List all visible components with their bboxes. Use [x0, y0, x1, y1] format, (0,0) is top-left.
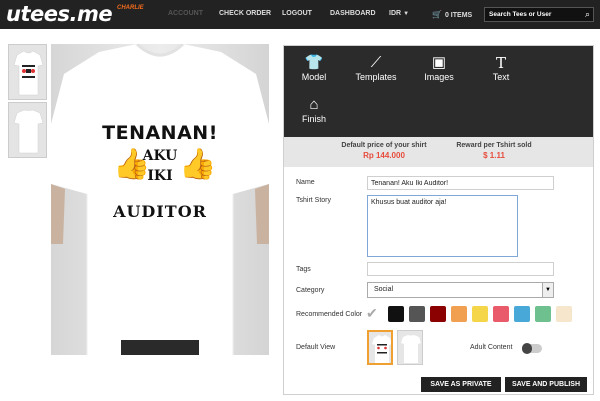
color-swatch[interactable]	[388, 306, 404, 322]
color-swatch[interactable]	[430, 306, 446, 322]
category-select[interactable]: Social ▼	[367, 282, 554, 298]
currency-label: IDR	[389, 10, 402, 17]
chevron-down-icon: ▼	[403, 11, 410, 17]
save-as-private-button[interactable]: SAVE AS PRIVATE	[421, 377, 501, 392]
tshirt-front-thumb-icon	[9, 45, 46, 99]
default-view-label: Default View	[296, 344, 336, 351]
tshirt-back-thumb-icon	[9, 103, 46, 157]
front-view-thumbnail[interactable]	[8, 44, 47, 100]
editor-panel: 👕 Model ⟋ Templates ▣ Images T Text ⌂ Fi…	[283, 45, 594, 395]
image-icon: ▣	[431, 54, 447, 71]
hanger-icon: ⌂	[309, 96, 319, 113]
design-toolbar: 👕 Model ⟋ Templates ▣ Images T Text ⌂ Fi…	[284, 46, 593, 137]
search-box: ⌕	[484, 7, 594, 22]
color-swatch[interactable]	[409, 306, 425, 322]
search-icon[interactable]: ⌕	[585, 9, 590, 20]
story-textarea[interactable]: Khusus buat auditor aja!	[367, 195, 518, 257]
tshirt-front-mini-icon	[369, 332, 391, 363]
tool-text[interactable]: T Text	[476, 54, 526, 82]
cart-link[interactable]: 🛒 0 ITEMS	[432, 10, 472, 19]
nav-account-link[interactable]: ACCOUNT	[168, 10, 203, 17]
chevron-down-icon: ▼	[542, 283, 553, 297]
color-swatch[interactable]	[514, 306, 530, 322]
reward-block: Reward per Tshirt sold $ 1.11	[444, 142, 544, 160]
white-swatch-check-icon[interactable]: ✔	[366, 305, 378, 322]
default-price-label: Default price of your shirt	[341, 142, 427, 149]
tool-templates[interactable]: ⟋ Templates	[351, 54, 401, 82]
nav-logout-link[interactable]: LOGOUT	[282, 10, 312, 17]
currency-dropdown[interactable]: IDR ▼	[389, 10, 409, 17]
tool-images-label: Images	[424, 72, 454, 82]
story-label: Tshirt Story	[296, 197, 332, 204]
toggle-knob	[522, 343, 532, 354]
text-icon: T	[495, 54, 506, 72]
cart-count: 0 ITEMS	[444, 12, 473, 19]
design-text-iki[interactable]: IKI	[51, 168, 269, 184]
tool-model[interactable]: 👕 Model	[289, 54, 339, 82]
name-input[interactable]	[367, 176, 554, 190]
shirt-preview: TENANAN! 👍 👍 AKU IKI AUDITOR	[51, 44, 269, 355]
tool-text-label: Text	[492, 72, 510, 82]
magic-wand-icon: ⟋	[370, 54, 382, 71]
reward-label: Reward per Tshirt sold	[456, 142, 532, 149]
tshirt-model-image	[51, 44, 269, 355]
search-input[interactable]	[485, 11, 575, 18]
recommended-color-label: Recommended Color	[296, 311, 363, 318]
default-view-front-option[interactable]	[367, 330, 393, 365]
color-swatch[interactable]	[451, 306, 467, 322]
tool-finish[interactable]: ⌂ Finish	[289, 96, 339, 124]
tags-input[interactable]	[367, 262, 554, 276]
back-view-thumbnail[interactable]	[8, 102, 47, 158]
save-and-publish-button[interactable]: SAVE AND PUBLISH	[505, 377, 587, 392]
color-swatch[interactable]	[556, 306, 572, 322]
price-bar: Default price of your shirt Rp 144.000 R…	[284, 137, 593, 167]
tool-finish-label: Finish	[301, 114, 326, 124]
tool-templates-label: Templates	[355, 72, 397, 82]
design-text-tenanan[interactable]: TENANAN!	[51, 122, 269, 144]
color-swatch[interactable]	[535, 306, 551, 322]
color-swatch[interactable]	[493, 306, 509, 322]
tshirt-icon: 👕	[304, 54, 324, 71]
reward-value: $ 1.11	[483, 151, 505, 160]
default-view-back-option[interactable]	[397, 330, 423, 365]
default-price-value: Rp 144.000	[363, 151, 405, 160]
color-swatch[interactable]	[472, 306, 488, 322]
tool-images[interactable]: ▣ Images	[414, 54, 464, 82]
default-price-block: Default price of your shirt Rp 144.000	[334, 142, 434, 160]
tshirt-back-mini-icon	[398, 331, 422, 364]
tool-model-label: Model	[301, 72, 327, 82]
adult-content-toggle[interactable]	[522, 343, 542, 354]
cart-icon: 🛒	[432, 10, 442, 19]
top-navbar: utees.me CHARLIE ACCOUNT CHECK ORDER LOG…	[0, 0, 600, 29]
nav-check-order-link[interactable]: CHECK ORDER	[219, 10, 271, 17]
tags-label: Tags	[296, 266, 311, 273]
design-text-aku[interactable]: AKU	[51, 148, 269, 164]
adult-content-label: Adult Content	[470, 344, 513, 351]
design-text-auditor[interactable]: AUDITOR	[51, 202, 269, 221]
site-logo[interactable]: utees.me	[6, 2, 113, 26]
category-label: Category	[296, 287, 325, 294]
username-badge: CHARLIE	[117, 5, 144, 11]
category-selected-value: Social	[374, 286, 394, 293]
nav-dashboard-link[interactable]: DASHBOARD	[330, 10, 376, 17]
name-label: Name	[296, 179, 315, 186]
